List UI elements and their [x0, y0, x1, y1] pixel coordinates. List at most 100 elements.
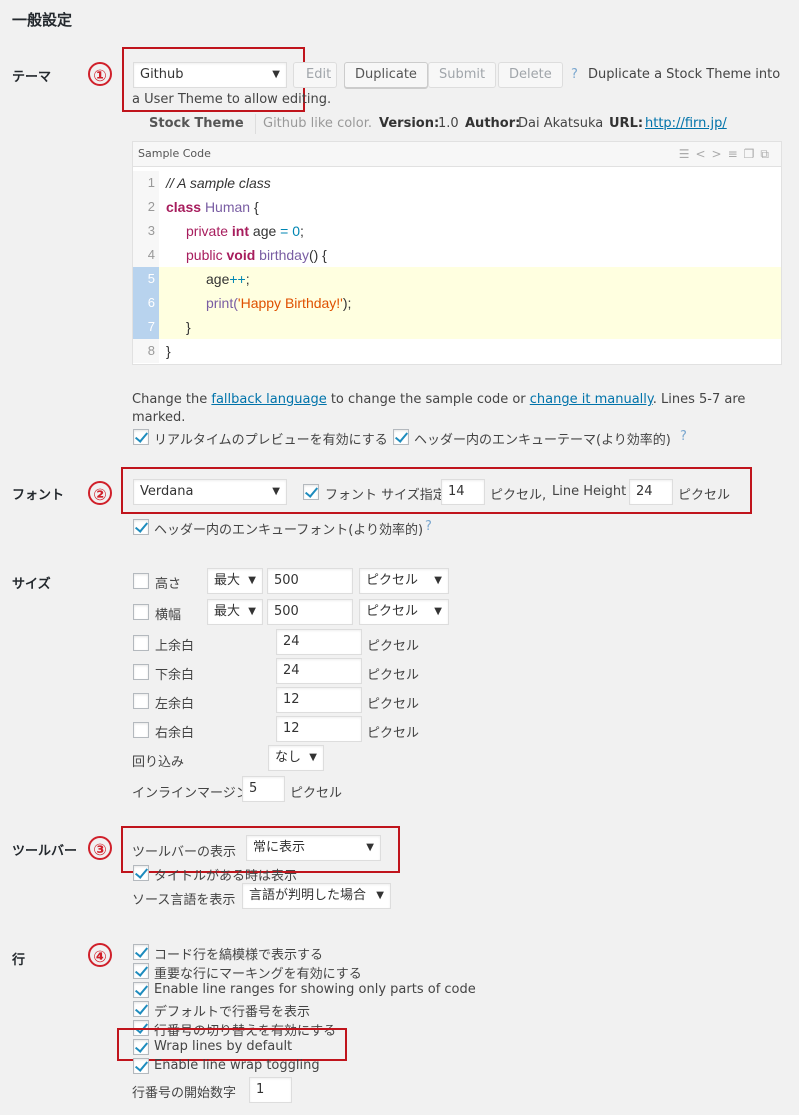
line-height-input[interactable]: 24: [629, 479, 673, 505]
height-checkbox[interactable]: [133, 573, 149, 589]
sample-code-header: Sample Code ☰<>≡❐⧉: [133, 142, 781, 167]
left-margin-label: 左余白: [155, 697, 195, 712]
left-margin-input[interactable]: 12: [276, 687, 362, 713]
font-size-label: フォント サイズ指定: [325, 488, 446, 503]
code-text: print('Happy Birthday!');: [206, 295, 352, 311]
height-input[interactable]: 500: [267, 568, 353, 594]
theme-author-label: Author:: [465, 116, 521, 131]
right-margin-unit: ピクセル: [367, 726, 420, 741]
chevron-down-icon: ▼: [434, 575, 442, 586]
code-line: 8 }: [133, 339, 781, 363]
wrap-lines-checkbox[interactable]: [133, 1039, 149, 1055]
wrap-select-value: なし: [275, 750, 302, 765]
height-unit-select[interactable]: ピクセル ▼: [359, 568, 449, 594]
inline-margin-unit: ピクセル: [290, 786, 343, 801]
chevron-down-icon: ▼: [434, 606, 442, 617]
start-line-input[interactable]: 1: [249, 1077, 292, 1103]
wrap-toggle-icon[interactable]: ☰: [679, 147, 696, 161]
theme-select[interactable]: Github ▼: [133, 62, 287, 88]
top-margin-input[interactable]: 24: [276, 629, 362, 655]
width-mode-select[interactable]: 最大 ▼: [207, 599, 263, 625]
source-lang-label: ソース言語を表示: [132, 893, 236, 908]
width-unit-select[interactable]: ピクセル ▼: [359, 599, 449, 625]
theme-url-link[interactable]: http://firn.jp/: [645, 116, 727, 131]
left-margin-checkbox[interactable]: [133, 693, 149, 709]
top-margin-label: 上余白: [155, 639, 195, 654]
striped-lines-checkbox[interactable]: [133, 944, 149, 960]
font-select-value: Verdana: [140, 484, 194, 499]
delete-button[interactable]: Delete: [498, 62, 563, 88]
theme-hint-line2: a User Theme to allow editing.: [132, 92, 332, 107]
code-toolbar-icons: ☰<>≡❐⧉: [679, 142, 775, 166]
right-margin-input[interactable]: 12: [276, 716, 362, 742]
edit-button[interactable]: Edit: [293, 62, 337, 88]
line-height-unit: ピクセル: [678, 488, 731, 503]
width-label: 横幅: [155, 608, 182, 623]
line-ranges-checkbox[interactable]: [133, 982, 149, 998]
width-input[interactable]: 500: [267, 599, 353, 625]
line-numbers-icon[interactable]: ≡: [728, 147, 744, 161]
theme-description: Github like color.: [263, 116, 373, 131]
header-theme-checkbox[interactable]: [393, 429, 409, 445]
font-select[interactable]: Verdana ▼: [133, 479, 287, 505]
top-margin-checkbox[interactable]: [133, 635, 149, 651]
duplicate-button[interactable]: Duplicate: [344, 62, 428, 88]
wrap-select[interactable]: なし ▼: [268, 745, 324, 771]
toolbar-title-label: タイトルがある時は表示: [154, 869, 298, 884]
header-font-checkbox[interactable]: [133, 519, 149, 535]
mark-lines-checkbox[interactable]: [133, 963, 149, 979]
width-checkbox[interactable]: [133, 604, 149, 620]
wrap-label: 回り込み: [132, 755, 185, 770]
right-margin-checkbox[interactable]: [133, 722, 149, 738]
right-margin-label: 右余白: [155, 726, 195, 741]
width-unit-value: ピクセル: [366, 604, 419, 619]
code-line: 4 public void birthday() {: [133, 243, 781, 267]
code-line-marked: 5 age++;: [133, 267, 781, 291]
font-label: フォント: [12, 488, 65, 503]
header-theme-help-icon[interactable]: ?: [680, 429, 687, 444]
font-size-checkbox[interactable]: [303, 484, 319, 500]
realtime-preview-checkbox[interactable]: [133, 429, 149, 445]
show-line-numbers-checkbox[interactable]: [133, 1001, 149, 1017]
theme-help-icon[interactable]: ?: [571, 67, 578, 82]
header-font-label: ヘッダー内のエンキューフォント(より効率的): [154, 523, 424, 538]
code-lines: 1 // A sample class 2 class Human { 3 pr…: [133, 171, 781, 363]
line-number: 6: [133, 291, 159, 315]
header-font-help-icon[interactable]: ?: [425, 519, 432, 534]
mark-lines-label: 重要な行にマーキングを有効にする: [154, 967, 362, 982]
marker-3: ③: [88, 836, 112, 860]
marker-4: ④: [88, 943, 112, 967]
code-text: }: [186, 319, 191, 335]
open-window-icon[interactable]: ⧉: [760, 147, 775, 161]
toolbar-label: ツールバー: [12, 844, 78, 859]
change-manually-link[interactable]: change it manually: [530, 392, 653, 407]
line-height-label: Line Height: [552, 484, 627, 499]
height-label: 高さ: [155, 577, 182, 592]
theme-version-label: Version:: [379, 116, 440, 131]
theme-info-divider: [255, 114, 256, 134]
theme-author: Dai Akatsuka: [518, 116, 604, 131]
source-lang-select[interactable]: 言語が判明した場合 ▼: [242, 883, 391, 909]
fallback-language-link[interactable]: fallback language: [211, 392, 326, 407]
lines-label: 行: [12, 953, 26, 968]
wrap-lines-label: Wrap lines by default: [154, 1039, 293, 1054]
header-theme-label: ヘッダー内のエンキューテーマ(より効率的): [414, 433, 671, 448]
code-line: 1 // A sample class: [133, 171, 781, 195]
wrap-toggling-checkbox[interactable]: [133, 1058, 149, 1074]
submit-button[interactable]: Submit: [428, 62, 497, 88]
plain-code-icon[interactable]: <>: [695, 147, 727, 161]
toolbar-title-checkbox[interactable]: [133, 865, 149, 881]
marker-2: ②: [88, 481, 112, 505]
font-size-input[interactable]: 14: [441, 479, 485, 505]
bottom-margin-checkbox[interactable]: [133, 664, 149, 680]
line-number: 4: [133, 243, 159, 267]
size-label: サイズ: [12, 577, 51, 592]
bottom-margin-input[interactable]: 24: [276, 658, 362, 684]
inline-margin-input[interactable]: 5: [242, 776, 285, 802]
copy-icon[interactable]: ❐: [744, 147, 761, 161]
bottom-margin-label: 下余白: [155, 668, 195, 683]
wrap-toggling-label: Enable line wrap toggling: [154, 1058, 320, 1073]
height-mode-select[interactable]: 最大 ▼: [207, 568, 263, 594]
toolbar-show-select[interactable]: 常に表示 ▼: [246, 835, 381, 861]
sample-code-preview: Sample Code ☰<>≡❐⧉ 1 // A sample class 2…: [132, 141, 782, 365]
